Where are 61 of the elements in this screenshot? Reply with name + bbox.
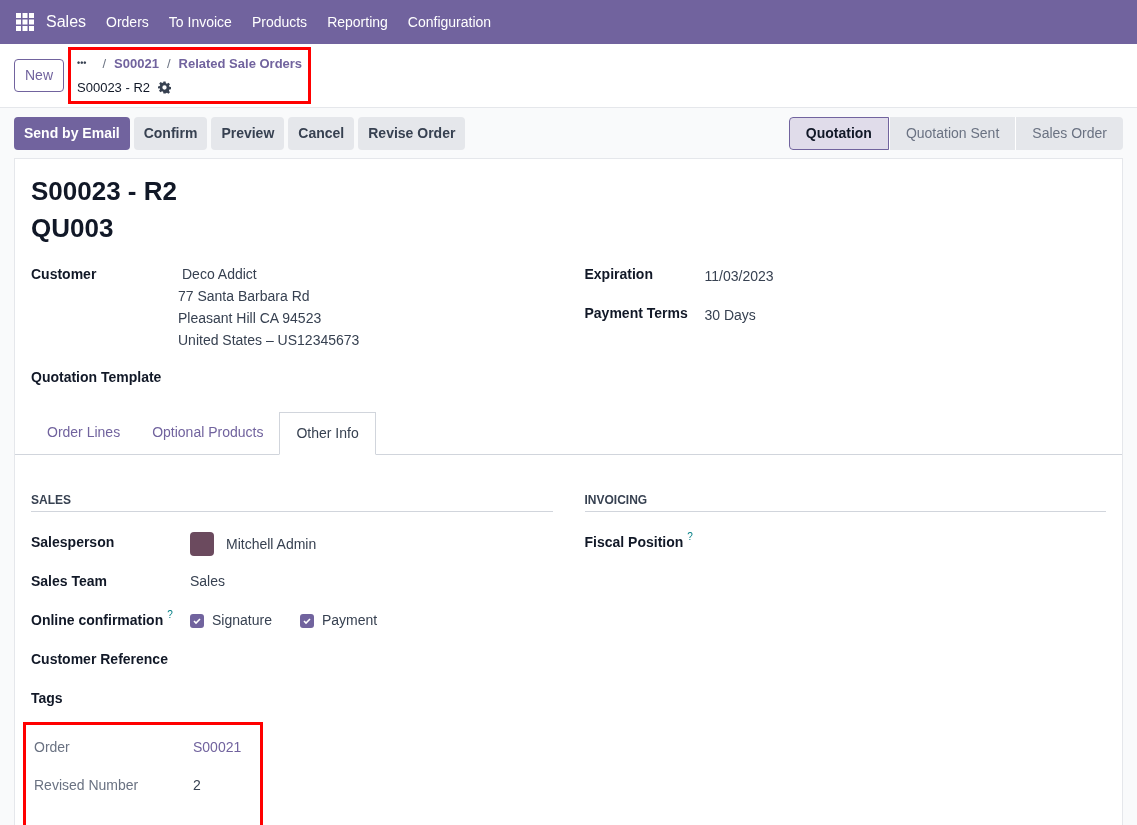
check-icon — [192, 615, 202, 626]
field-label: Sales Team — [31, 572, 107, 591]
form-tab[interactable]: Order Lines — [31, 412, 137, 455]
action-button[interactable]: Cancel — [288, 117, 355, 150]
record-name: S00023 - R2 — [31, 175, 178, 208]
breadcrumb-link[interactable]: S00021 — [114, 54, 159, 74]
section-title: INVOICING — [584, 491, 1106, 512]
avatar-placeholder — [190, 532, 214, 556]
field-label: Quotation Template — [31, 368, 163, 387]
customer-name[interactable]: Deco Addict — [182, 264, 360, 285]
menu-item[interactable]: To Invoice — [168, 11, 232, 33]
field-value[interactable]: Mitchell Admin — [226, 533, 317, 555]
order-link[interactable]: S00021 — [193, 737, 242, 758]
menu-item[interactable]: Products — [251, 11, 308, 33]
record-title: S00023 - R2 — [77, 78, 150, 97]
action-button[interactable]: Confirm — [133, 117, 208, 150]
field-value: 2 — [193, 776, 201, 795]
form-tab[interactable]: Optional Products — [136, 412, 280, 455]
address-line: 77 Santa Barbara Rd — [178, 287, 311, 306]
action-button[interactable]: Send by Email — [14, 117, 130, 150]
checkbox-label: Payment — [321, 611, 378, 630]
checkbox[interactable] — [299, 613, 314, 628]
field-label: Customer — [31, 265, 98, 284]
field-value: Sales — [190, 572, 226, 591]
field-value: 30 Days — [704, 306, 756, 325]
field-label: Order — [34, 738, 70, 757]
check-icon — [301, 615, 312, 626]
app-name[interactable]: Sales — [46, 10, 87, 34]
form-tab[interactable]: Other Info — [279, 412, 376, 455]
field-label: Salesperson — [31, 533, 115, 552]
menu-item[interactable]: Reporting — [327, 11, 388, 33]
breadcrumb-separator: / — [166, 55, 171, 73]
field-label: Fiscal Position — [584, 533, 684, 552]
field-label: Tags — [31, 689, 63, 708]
checkbox[interactable] — [190, 613, 204, 628]
field-label: Revised Number — [34, 776, 139, 795]
new-button[interactable]: New — [14, 59, 64, 92]
breadcrumb-separator: / — [102, 55, 107, 73]
help-mark[interactable]: ? — [167, 610, 173, 620]
address-line: Pleasant Hill CA 94523 — [178, 309, 323, 328]
breadcrumb-link[interactable]: Related Sale Orders — [178, 54, 303, 74]
breadcrumb-link[interactable]: ••• — [77, 57, 87, 71]
action-button[interactable]: Preview — [211, 117, 285, 150]
field-label: Online confirmation — [31, 611, 164, 630]
menu-item[interactable]: Configuration — [407, 11, 492, 33]
action-button[interactable]: Revise Order — [358, 117, 466, 150]
apps-grid-icon[interactable] — [16, 13, 34, 31]
menu-item[interactable]: Orders — [106, 11, 149, 33]
field-label: Expiration — [584, 265, 654, 284]
address-line: United States – US12345673 — [178, 331, 360, 350]
status-step[interactable]: Sales Order — [1015, 117, 1123, 150]
record-subtitle: QU003 — [31, 211, 115, 244]
section-title: SALES — [31, 491, 553, 512]
field-label: Payment Terms — [584, 304, 689, 323]
field-label: Customer Reference — [31, 650, 168, 669]
status-step[interactable]: Quotation Sent — [888, 117, 1016, 150]
status-step[interactable]: Quotation — [788, 117, 889, 150]
checkbox-label: Signature — [212, 611, 272, 630]
field-value: 11/03/2023 — [704, 267, 774, 286]
settings-icon[interactable] — [158, 80, 171, 94]
help-mark[interactable]: ? — [687, 532, 693, 542]
